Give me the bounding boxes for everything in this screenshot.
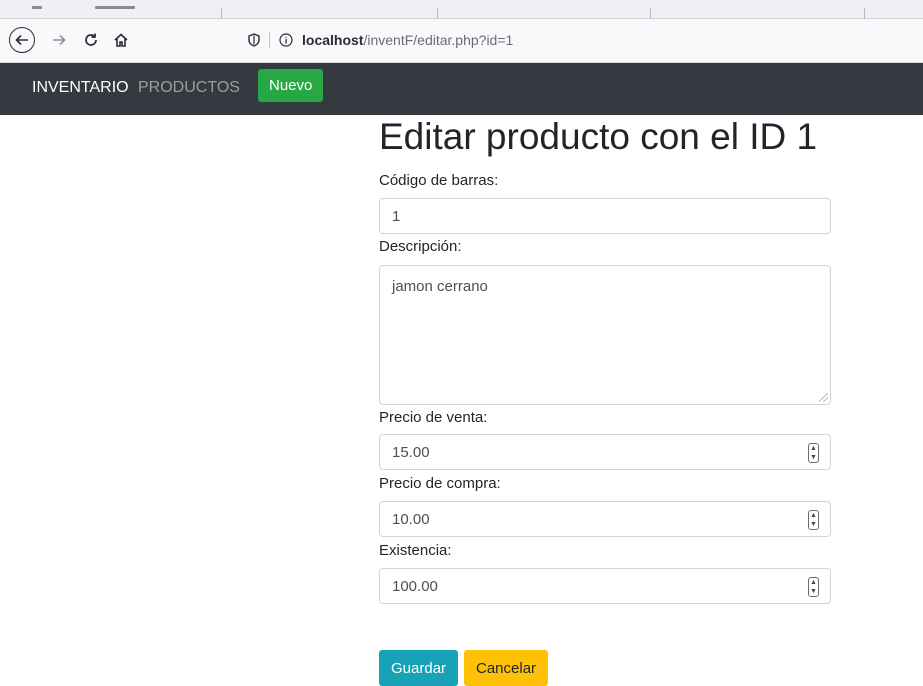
home-button[interactable] <box>108 27 134 53</box>
sale-price-value: 15.00 <box>392 443 430 461</box>
barcode-input[interactable]: 1 <box>379 198 831 234</box>
home-icon <box>114 33 128 47</box>
spin-down-icon[interactable]: ▼ <box>810 454 817 461</box>
stock-label: Existencia: <box>379 542 452 559</box>
shield-icon <box>248 33 260 47</box>
app-navbar: INVENTARIO PRODUCTOS Nuevo <box>0 63 923 115</box>
browser-tab-strip <box>0 0 923 19</box>
navbar-brand[interactable]: INVENTARIO <box>32 79 129 97</box>
reload-button[interactable] <box>78 27 104 53</box>
spin-down-icon[interactable]: ▼ <box>810 521 817 528</box>
spin-up-icon[interactable]: ▲ <box>810 579 817 586</box>
spin-up-icon[interactable]: ▲ <box>810 512 817 519</box>
description-textarea[interactable]: jamon cerrano <box>379 265 831 405</box>
nav-link-productos[interactable]: PRODUCTOS <box>138 79 240 97</box>
tab-separator <box>221 8 222 19</box>
address-bar[interactable]: localhost/inventF/editar.php?id=1 <box>248 27 513 53</box>
back-button[interactable] <box>9 27 35 53</box>
barcode-label: Código de barras: <box>379 172 499 189</box>
url-host: localhost <box>302 32 364 48</box>
address-divider <box>269 32 270 48</box>
purchase-price-input[interactable]: 10.00 ▲ ▼ <box>379 501 831 537</box>
new-button[interactable]: Nuevo <box>258 69 324 102</box>
tab-separator <box>437 8 438 19</box>
stock-value: 100.00 <box>392 577 438 595</box>
url-text: localhost/inventF/editar.php?id=1 <box>302 32 513 48</box>
url-path: /inventF/editar.php?id=1 <box>363 32 514 48</box>
spinner-icon[interactable]: ▲ ▼ <box>808 577 819 597</box>
sale-price-label: Precio de venta: <box>379 409 488 426</box>
page-title: Editar producto con el ID 1 <box>379 116 818 157</box>
spin-up-icon[interactable]: ▲ <box>810 445 817 452</box>
purchase-price-value: 10.00 <box>392 510 430 528</box>
stock-input[interactable]: 100.00 ▲ ▼ <box>379 568 831 604</box>
description-label: Descripción: <box>379 238 462 255</box>
spinner-icon[interactable]: ▲ ▼ <box>808 443 819 463</box>
browser-toolbar: localhost/inventF/editar.php?id=1 <box>0 19 923 63</box>
sale-price-input[interactable]: 15.00 ▲ ▼ <box>379 434 831 470</box>
tab-separator <box>650 8 651 19</box>
purchase-price-label: Precio de compra: <box>379 475 501 492</box>
arrow-right-icon <box>53 34 66 46</box>
description-value: jamon cerrano <box>392 278 488 295</box>
save-button[interactable]: Guardar <box>379 650 459 686</box>
tab-fragment <box>95 6 135 9</box>
tab-fragment <box>32 6 42 9</box>
forward-button[interactable] <box>46 27 72 53</box>
barcode-value: 1 <box>392 207 401 225</box>
info-icon[interactable] <box>279 33 293 47</box>
spinner-icon[interactable]: ▲ ▼ <box>808 510 819 530</box>
reload-icon <box>85 33 97 46</box>
spin-down-icon[interactable]: ▼ <box>810 588 817 595</box>
resize-grip-icon[interactable] <box>819 393 828 402</box>
arrow-left-icon <box>15 34 28 46</box>
tab-separator <box>864 8 865 19</box>
cancel-button[interactable]: Cancelar <box>464 650 549 686</box>
